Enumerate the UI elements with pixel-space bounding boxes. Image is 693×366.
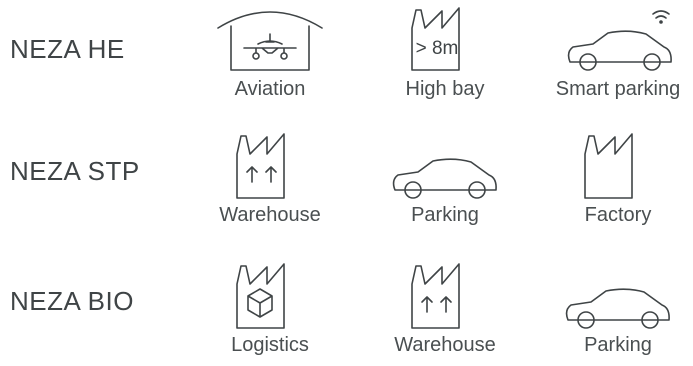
- item-logistics: Logistics: [200, 256, 340, 366]
- item-label: Warehouse: [394, 334, 496, 356]
- item-factory: Factory: [548, 126, 688, 236]
- item-label: Warehouse: [219, 204, 321, 226]
- factory-arrows-icon: [236, 133, 285, 199]
- item-aviation: Aviation: [200, 0, 340, 110]
- item-label: High bay: [405, 78, 485, 100]
- row-label-neza-bio: NEZA BIO: [10, 286, 134, 316]
- item-high-bay: > 8m High bay: [375, 0, 515, 110]
- item-label: Logistics: [231, 334, 309, 356]
- item-smart-parking: Smart parking: [548, 0, 688, 110]
- item-parking: Parking: [548, 256, 688, 366]
- row-label-neza-stp: NEZA STP: [10, 156, 140, 186]
- row-label-neza-he: NEZA HE: [10, 34, 125, 64]
- item-parking: Parking: [375, 126, 515, 236]
- height-badge: > 8m: [415, 38, 459, 59]
- car-icon: [392, 158, 497, 199]
- car-wifi-icon: [567, 10, 672, 71]
- item-label: Parking: [584, 334, 652, 356]
- item-label: Parking: [411, 204, 479, 226]
- airplane-hangar-icon: [217, 11, 323, 71]
- factory-icon: [584, 133, 633, 199]
- item-label: Smart parking: [555, 78, 681, 100]
- item-warehouse: Warehouse: [375, 256, 515, 366]
- item-warehouse: Warehouse: [200, 126, 340, 236]
- factory-arrows-icon: [411, 263, 460, 329]
- factory-box-icon: [236, 263, 285, 329]
- item-label: Aviation: [234, 78, 306, 100]
- car-icon: [565, 288, 670, 329]
- item-label: Factory: [584, 204, 652, 226]
